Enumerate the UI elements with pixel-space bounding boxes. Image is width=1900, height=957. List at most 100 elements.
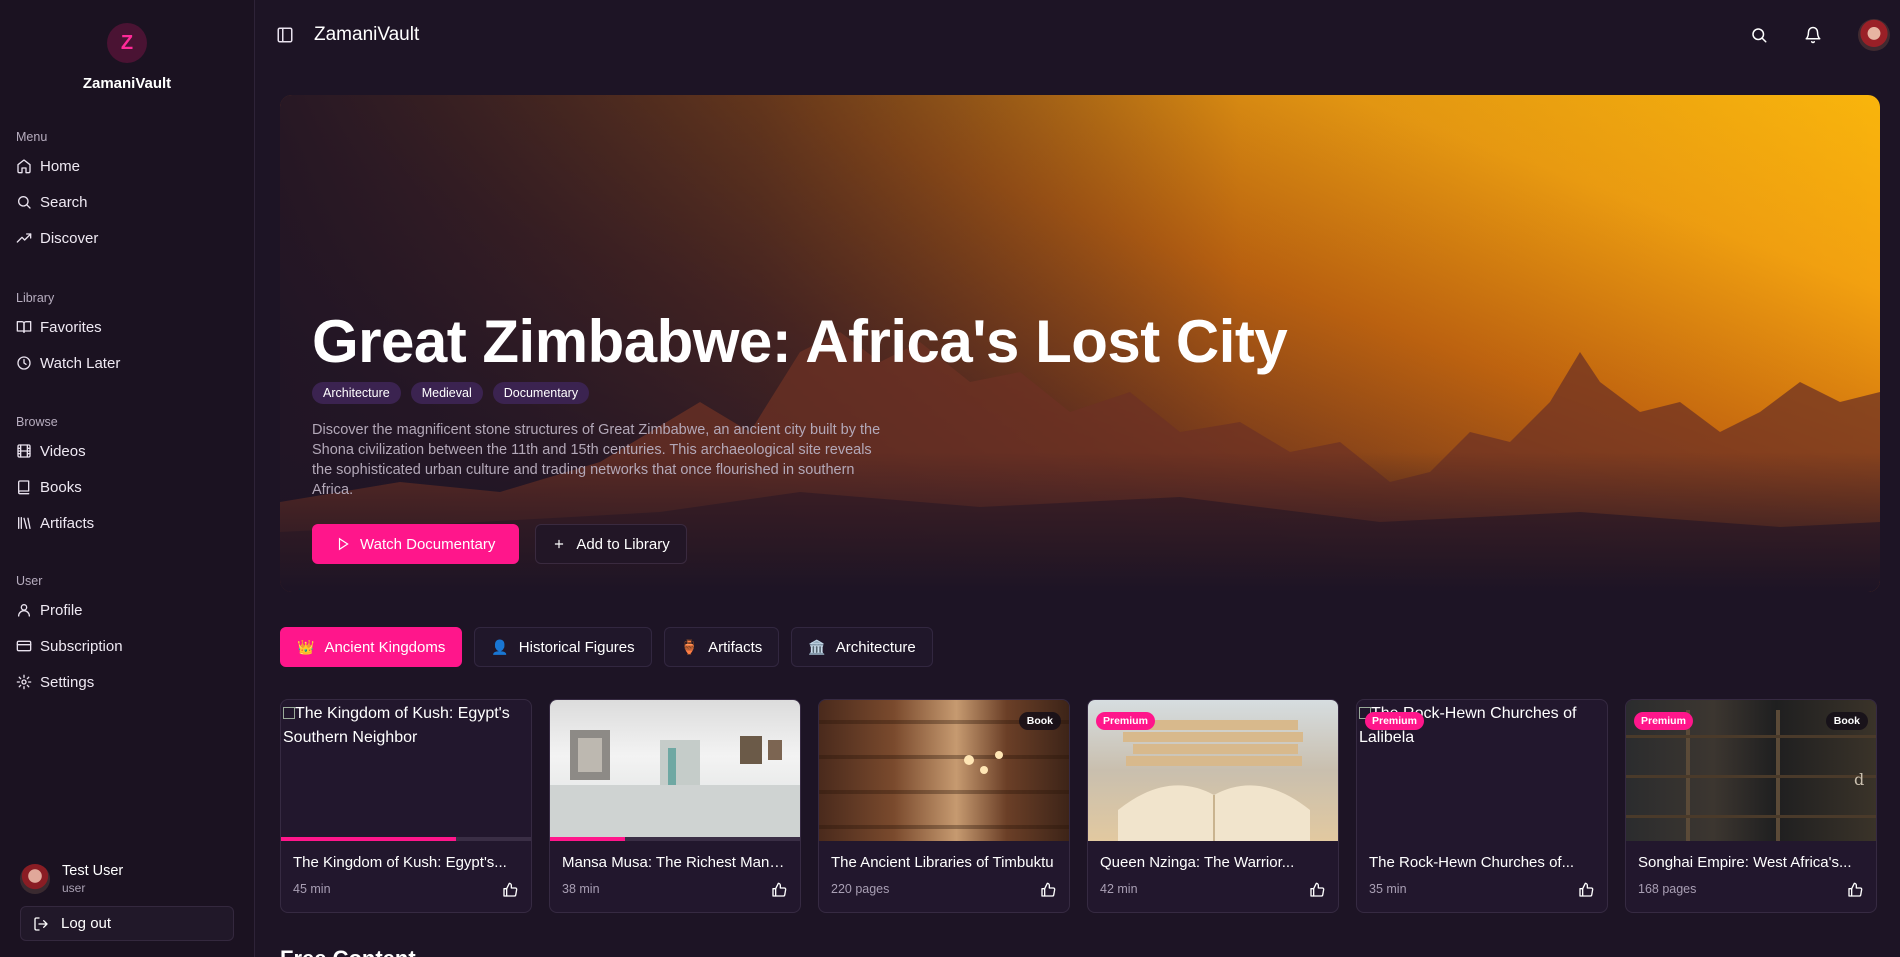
nav-section-user: User Profile Subscription Settings	[0, 574, 255, 700]
broken-image-alt: The Kingdom of Kush: Egypt's Southern Ne…	[281, 700, 531, 750]
top-actions	[1750, 0, 1900, 70]
sidebar-item-label: Videos	[40, 442, 86, 460]
sidebar-item-books[interactable]: Books	[0, 469, 255, 505]
card-title: Songhai Empire: West Africa's...	[1638, 854, 1852, 871]
classical-building-icon: 🏛️	[808, 638, 826, 655]
app-title: ZamaniVault	[314, 24, 420, 45]
content-card[interactable]: The Kingdom of Kush: Egypt's Southern Ne…	[280, 699, 532, 913]
book-icon	[18, 480, 30, 495]
nav-section-menu: Menu Home Search Discover	[0, 130, 255, 256]
avatar[interactable]	[1858, 19, 1890, 51]
sidebar-item-home[interactable]: Home	[0, 148, 255, 184]
sidebar-item-artifacts[interactable]: Artifacts	[0, 505, 255, 541]
tab-ancient-kingdoms[interactable]: 👑 Ancient Kingdoms	[280, 627, 463, 667]
nav-section-library: Library Favorites Watch Later	[0, 291, 255, 381]
card-thumbnail	[550, 700, 800, 841]
sidebar-item-discover[interactable]: Discover	[0, 220, 255, 256]
content-card[interactable]: Mansa Musa: The Richest Man i... 38 min	[549, 699, 801, 913]
credit-card-icon	[16, 640, 32, 652]
crown-icon: 👑	[297, 638, 315, 655]
sidebar-item-label: Home	[40, 157, 81, 175]
hero-content: Great Zimbabwe: Africa's Lost City Archi…	[312, 308, 1288, 564]
thumbs-up-icon[interactable]	[1847, 882, 1863, 898]
sidebar: Z ZamaniVault Menu Home Search Discover …	[0, 0, 255, 957]
card-title: Mansa Musa: The Richest Man i...	[562, 854, 788, 871]
card-thumbnail: d Premium Book	[1626, 700, 1876, 841]
premium-badge: Premium	[1096, 712, 1155, 730]
watch-progress	[281, 837, 531, 841]
type-badge: Book	[1825, 712, 1868, 730]
tag[interactable]: Documentary	[492, 382, 590, 404]
sidebar-item-subscription[interactable]: Subscription	[0, 628, 255, 664]
progress-fill	[281, 837, 456, 841]
card-title: The Kingdom of Kush: Egypt's...	[293, 854, 507, 871]
tab-architecture[interactable]: 🏛️ Architecture	[791, 627, 933, 667]
content-cards: The Kingdom of Kush: Egypt's Southern Ne…	[280, 699, 1877, 913]
sidebar-item-label: Artifacts	[40, 514, 95, 532]
card-duration: 38 min	[562, 882, 600, 896]
sidebar-item-label: Subscription	[40, 637, 123, 655]
brand: Z ZamaniVault	[0, 0, 254, 92]
sidebar-item-videos[interactable]: Videos	[0, 433, 255, 469]
button-label: Add to Library	[576, 535, 670, 553]
tab-label: Ancient Kingdoms	[324, 638, 446, 656]
add-to-library-button[interactable]: Add to Library	[535, 524, 687, 564]
thumbs-up-icon[interactable]	[1578, 882, 1594, 898]
tag[interactable]: Architecture	[312, 382, 401, 404]
sidebar-item-label: Discover	[40, 229, 99, 247]
logout-button[interactable]: Log out	[20, 906, 234, 941]
sidebar-user[interactable]: Test User user	[20, 863, 123, 895]
card-pages: 168 pages	[1638, 882, 1697, 896]
hero-actions: Watch Documentary Add to Library	[312, 524, 1287, 564]
nav-heading: Library	[16, 291, 55, 305]
brand-name: ZamaniVault	[82, 75, 172, 92]
library-icon	[18, 517, 31, 529]
sidebar-item-profile[interactable]: Profile	[0, 592, 255, 628]
logout-label: Log out	[61, 915, 112, 932]
tag[interactable]: Medieval	[410, 382, 483, 404]
sidebar-item-label: Search	[40, 193, 88, 211]
sidebar-toggle-icon[interactable]	[276, 26, 294, 44]
search-icon	[18, 196, 31, 209]
user-role: user	[62, 881, 86, 895]
bell-icon[interactable]	[1804, 26, 1822, 44]
top-bar: ZamaniVault	[256, 0, 1900, 70]
content-card[interactable]: Premium Queen Nzinga: The Warrior... 42 …	[1087, 699, 1339, 913]
content-card[interactable]: The Rock-Hewn Churches of Lalibela Premi…	[1356, 699, 1608, 913]
sidebar-item-label: Favorites	[40, 318, 102, 336]
watch-documentary-button[interactable]: Watch Documentary	[312, 524, 520, 564]
thumbs-up-icon[interactable]	[502, 882, 518, 898]
card-duration: 45 min	[293, 882, 331, 896]
card-title: Queen Nzinga: The Warrior...	[1100, 854, 1295, 871]
card-duration: 35 min	[1369, 882, 1407, 896]
hero-title: Great Zimbabwe: Africa's Lost City	[312, 308, 1288, 375]
nav-heading: Browse	[16, 415, 58, 429]
sidebar-item-settings[interactable]: Settings	[0, 664, 255, 700]
thumbs-up-icon[interactable]	[1309, 882, 1325, 898]
tab-historical-figures[interactable]: 👤 Historical Figures	[474, 627, 652, 667]
card-pages: 220 pages	[831, 882, 890, 896]
type-badge: Book	[1018, 712, 1061, 730]
film-icon	[17, 444, 31, 458]
search-icon[interactable]	[1750, 26, 1768, 44]
content-card[interactable]: Book The Ancient Libraries of Timbuktu 2…	[818, 699, 1070, 913]
card-thumbnail: Book	[819, 700, 1069, 841]
thumbs-up-icon[interactable]	[771, 882, 787, 898]
content-card[interactable]: d Premium Book Songhai Empire: West Afri…	[1625, 699, 1877, 913]
tab-artifacts[interactable]: 🏺 Artifacts	[663, 627, 780, 667]
thumbs-up-icon[interactable]	[1040, 882, 1056, 898]
sidebar-item-favorites[interactable]: Favorites	[0, 309, 255, 345]
user-icon	[18, 604, 30, 617]
card-thumbnail: The Kingdom of Kush: Egypt's Southern Ne…	[281, 700, 531, 841]
svg-text:d: d	[1854, 770, 1864, 789]
sidebar-item-search[interactable]: Search	[0, 184, 255, 220]
sidebar-item-label: Settings	[40, 673, 95, 691]
person-icon: 👤	[491, 638, 509, 655]
card-thumbnail: Premium	[1088, 700, 1338, 841]
card-title: The Ancient Libraries of Timbuktu	[831, 854, 1054, 871]
trending-icon	[16, 233, 32, 243]
sidebar-item-watch-later[interactable]: Watch Later	[0, 345, 255, 381]
sidebar-item-label: Profile	[40, 601, 83, 619]
button-label: Watch Documentary	[360, 535, 496, 553]
nav-heading: User	[16, 574, 43, 588]
